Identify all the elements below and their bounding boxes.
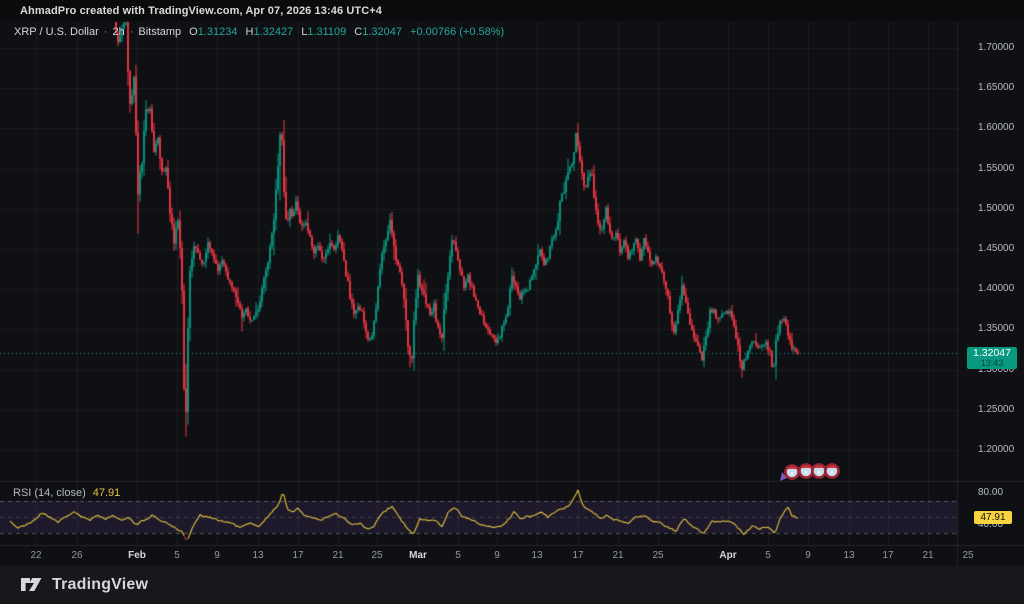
price-tick-label: 1.40000	[978, 283, 1015, 295]
price-axis[interactable]: 1.70000 1.65000 1.60000 1.55000 1.50000 1.450…	[958, 22, 1024, 545]
rsi-value: 47.91	[92, 487, 121, 499]
change-label: +0.00766 (+0.58%)	[410, 26, 505, 38]
symbol-legend: XRP / U.S. Dollar · 2h · Bitstamp O1.312…	[14, 26, 505, 38]
rsi-title: RSI (14, close)	[13, 487, 86, 499]
rsi-legend: RSI (14, close) 47.91	[13, 487, 120, 499]
price-tick-label: 1.35000	[978, 323, 1015, 335]
sticker-emoji-2[interactable]	[798, 463, 814, 479]
price-tick-label: 1.20000	[978, 444, 1015, 455]
time-tick-label: 17	[882, 550, 894, 561]
price-tick-label: 1.65000	[978, 82, 1015, 94]
ohlc-low: L1.31109	[301, 26, 347, 38]
price-tick-label: 1.70000	[978, 42, 1015, 53]
ohlc-close: C1.32047	[354, 26, 403, 38]
footer-bar: TradingView	[0, 566, 1024, 604]
exchange-label: Bitstamp	[138, 26, 182, 38]
price-tick-label: 1.45000	[978, 243, 1015, 254]
time-tick-label: 22	[30, 550, 42, 561]
time-tick-label: 13	[843, 550, 855, 561]
time-tick-label: 17	[292, 550, 304, 561]
bar-countdown: 13:43	[980, 358, 1004, 368]
rsi-value-badge: 47.91	[974, 511, 1012, 524]
time-tick-label: 9	[805, 550, 811, 561]
time-tick-label: Feb	[128, 550, 146, 561]
rsi-axis-label-80: 80.00	[978, 487, 1004, 498]
tradingview-wordmark[interactable]: TradingView	[52, 576, 148, 594]
time-tick-label: 25	[652, 550, 664, 561]
time-tick-label: 13	[252, 550, 264, 561]
price-tick-label: 1.50000	[978, 202, 1015, 214]
time-tick-label: 9	[494, 550, 500, 561]
tradingview-chart-window: AhmadPro created with TradingView.com, A…	[0, 0, 1024, 604]
interval-label: 2h	[112, 26, 125, 38]
attribution-bar: AhmadPro created with TradingView.com, A…	[0, 0, 1024, 21]
price-tick-label: 1.60000	[978, 122, 1015, 134]
time-tick-label: 21	[612, 550, 624, 561]
sticker-emoji-3[interactable]	[811, 463, 827, 479]
last-price-value: 1.32047	[973, 347, 1011, 359]
ohlc-open: O1.31234	[189, 26, 238, 38]
tradingview-logo-icon[interactable]	[20, 575, 43, 595]
time-tick-label: 26	[71, 550, 83, 561]
sticker-emoji-4[interactable]	[824, 463, 840, 479]
ohlc-high: H1.32427	[245, 26, 294, 38]
time-tick-label: 13	[531, 550, 543, 561]
price-tick-label: 1.55000	[978, 162, 1015, 174]
time-tick-label: 5	[765, 550, 771, 561]
symbol-name: XRP / U.S. Dollar	[14, 26, 99, 38]
time-tick-label: 25	[962, 550, 974, 561]
attribution-text: AhmadPro created with TradingView.com, A…	[20, 4, 382, 17]
time-tick-label: 9	[214, 550, 220, 561]
time-tick-label: 21	[332, 550, 344, 561]
price-tick-label: 1.25000	[978, 403, 1015, 415]
time-tick-label: 5	[455, 550, 461, 561]
time-tick-label: 21	[922, 550, 934, 561]
time-tick-label: 5	[174, 550, 180, 561]
sticker-emoji-1[interactable]	[784, 464, 800, 480]
sticker-drawings[interactable]	[776, 459, 846, 490]
time-tick-label: 17	[572, 550, 584, 561]
time-axis[interactable]: 22 26 Feb 5 9 13 17 21 25 Mar 5 9 13 17 21 25 Apr 5 9 13 17 2…	[0, 546, 1024, 566]
chart-canvas[interactable]	[0, 0, 1024, 604]
last-price-badge: 1.32047 13:43	[967, 347, 1017, 369]
time-tick-label: Mar	[409, 550, 427, 561]
time-tick-label: Apr	[719, 550, 737, 561]
time-tick-label: 25	[371, 550, 383, 561]
